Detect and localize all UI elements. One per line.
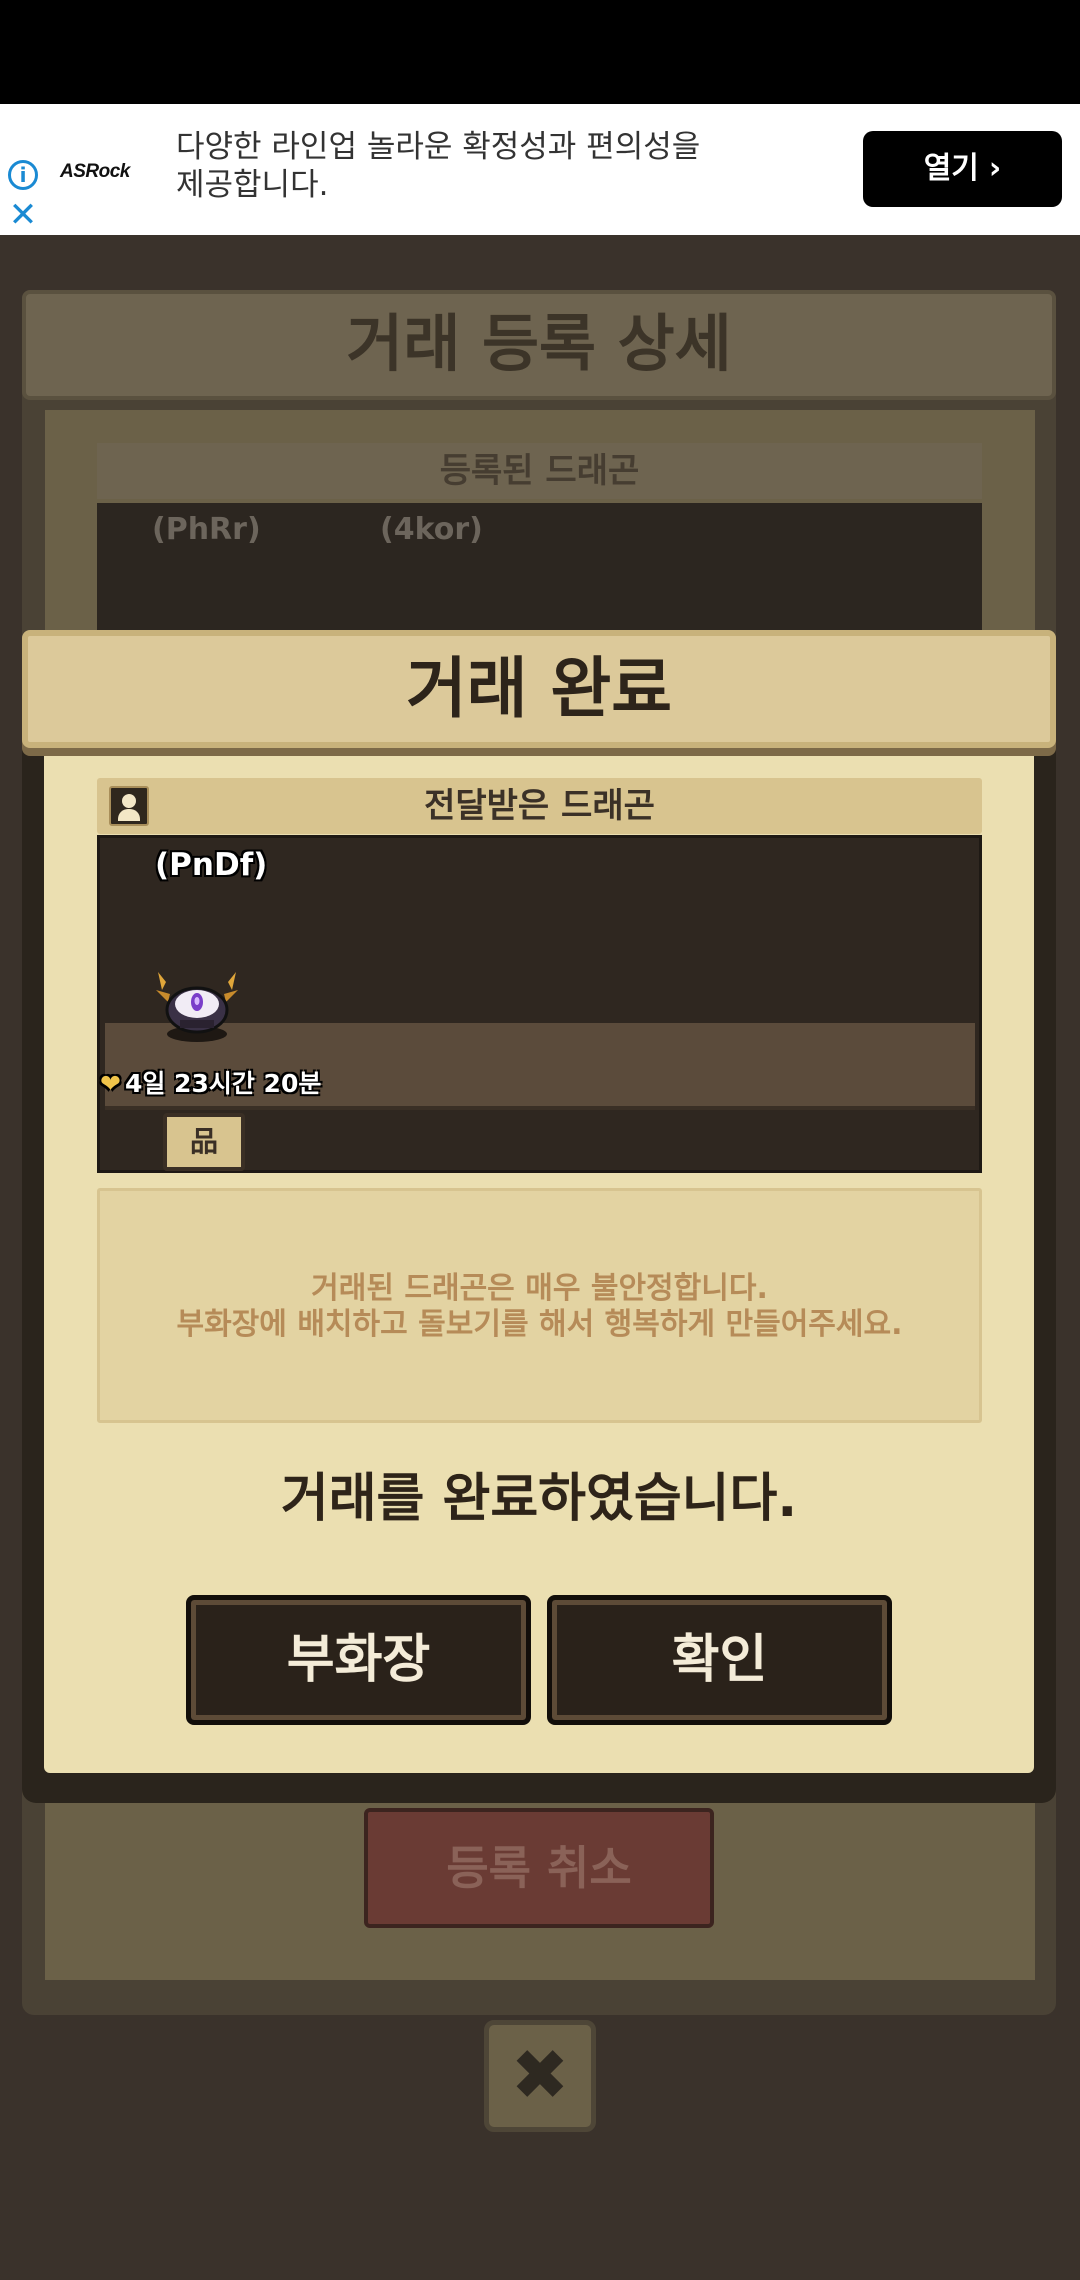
background-dragon-name-1: (PhRr)	[152, 512, 261, 547]
completion-message: 거래를 완료하였습니다.	[280, 1469, 798, 1529]
ad-text: 다양한 라인업 놀라운 확정성과 편의성을 제공합니다.	[176, 129, 701, 203]
received-dragon-label: 전달받은 드래곤	[424, 786, 655, 826]
ad-brand-logo: ASRock	[60, 161, 130, 182]
modal-title: 거래 완료	[22, 630, 1056, 748]
background-dragon-name-2: (4kor)	[380, 512, 483, 547]
received-dragon-list: (PnDf) ❤ 4일 23시간 20분 品	[97, 835, 982, 1173]
dragon-name: (PnDf)	[155, 847, 268, 883]
ad-open-button[interactable]: 열기 ›	[863, 131, 1062, 207]
background-title: 거래 등록 상세	[22, 290, 1056, 400]
dragon-timer-text: 4일 23시간 20분	[124, 1069, 322, 1098]
status-bar	[0, 0, 1080, 104]
close-icon[interactable]: ✕	[8, 198, 38, 232]
hatchery-button[interactable]: 부화장	[186, 1595, 531, 1725]
ad-banner[interactable]: i ✕ ASRock 다양한 라인업 놀라운 확정성과 편의성을 제공합니다. …	[0, 104, 1080, 235]
received-dragon-header: 전달받은 드래곤	[97, 778, 982, 834]
dragon-timer: ❤ 4일 23시간 20분	[100, 1066, 321, 1102]
ad-open-label: 열기	[923, 151, 979, 186]
family-tree-icon: 品	[189, 1125, 218, 1158]
heart-icon: ❤	[100, 1069, 121, 1098]
person-icon	[109, 786, 149, 826]
dragon-sprite[interactable]	[152, 968, 242, 1048]
chevron-right-icon: ›	[988, 151, 1002, 186]
confirm-button[interactable]: 확인	[547, 1595, 892, 1725]
background-subheader: 등록된 드래곤	[97, 443, 982, 499]
cancel-registration-button: 등록 취소	[364, 1808, 714, 1928]
info-icon[interactable]: i	[8, 160, 38, 190]
notice-line-1: 거래된 드래곤은 매우 불안정합니다.	[311, 1271, 768, 1306]
notice-box: 거래된 드래곤은 매우 불안정합니다. 부화장에 배치하고 돌보기를 해서 행복…	[97, 1188, 982, 1423]
notice-text: 거래된 드래곤은 매우 불안정합니다. 부화장에 배치하고 돌보기를 해서 행복…	[100, 1271, 979, 1343]
background-close-icon: ✖	[484, 2020, 596, 2132]
trade-complete-modal: 거래 완료 전달받은 드래곤 (PnDf) ❤ 4일 23시간 20분 品 거래된	[22, 628, 1056, 1803]
family-tree-button[interactable]: 品	[163, 1113, 245, 1171]
notice-line-2: 부화장에 배치하고 돌보기를 해서 행복하게 만들어주세요.	[176, 1307, 903, 1342]
